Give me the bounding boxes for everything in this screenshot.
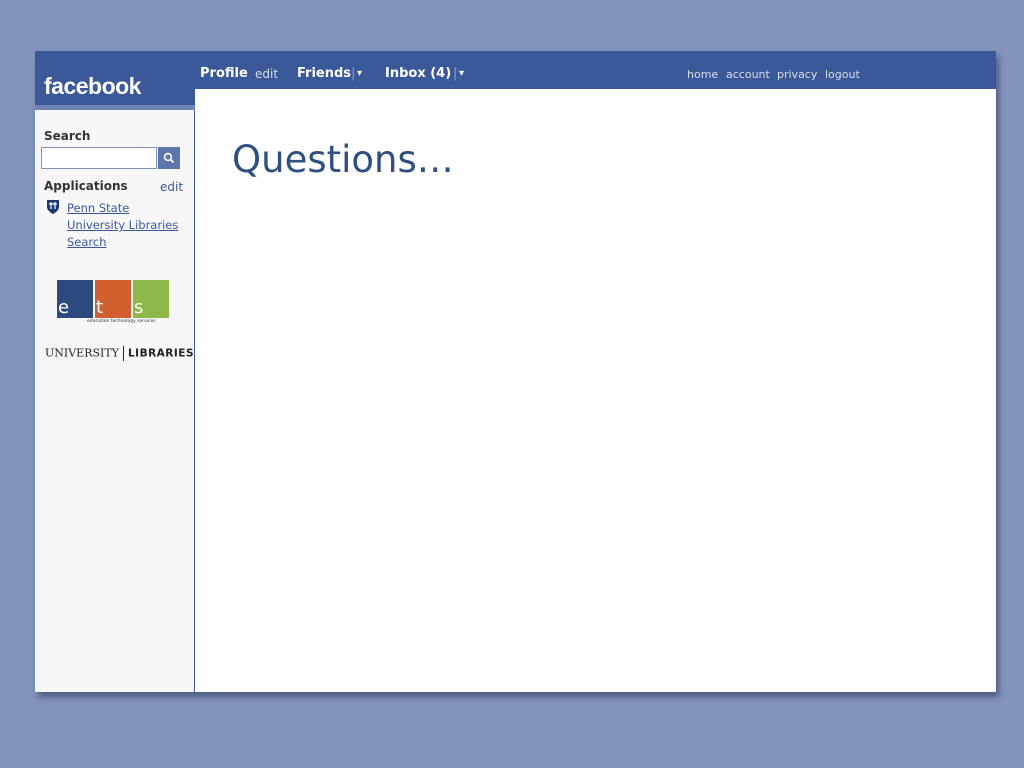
nav-account-link[interactable]: account xyxy=(726,68,770,81)
nav-logout-link[interactable]: logout xyxy=(825,68,860,81)
search-input[interactable] xyxy=(41,147,157,169)
search-button[interactable] xyxy=(158,147,180,169)
ets-caption: education technology services xyxy=(87,319,156,324)
ul-logo-divider xyxy=(122,346,124,361)
nav-profile-link[interactable]: Profile xyxy=(200,66,248,81)
friends-dropdown-icon[interactable]: ▾ xyxy=(357,68,362,79)
ul-logo-university: UNIVERSITY xyxy=(45,346,119,360)
nav-friends-link[interactable]: Friends xyxy=(297,66,351,81)
inbox-dropdown-icon[interactable]: ▾ xyxy=(459,68,464,79)
search-label: Search xyxy=(44,129,91,143)
university-libraries-logo: UNIVERSITY LIBRARIES xyxy=(45,346,194,361)
nav-inbox-link[interactable]: Inbox (4) xyxy=(385,66,451,81)
nav-privacy-link[interactable]: privacy xyxy=(777,68,817,81)
nav-profile-edit-link[interactable]: edit xyxy=(255,67,278,81)
applications-label: Applications xyxy=(44,179,128,193)
penn-state-libraries-search-link[interactable]: Penn State University Libraries Search xyxy=(67,200,185,251)
page-title: Questions… xyxy=(232,138,454,181)
facebook-logo[interactable]: facebook xyxy=(44,73,141,100)
nav-home-link[interactable]: home xyxy=(687,68,718,81)
facebook-window: facebook Profile edit Friends | ▾ Inbox … xyxy=(35,51,996,692)
applications-edit-link[interactable]: edit xyxy=(160,180,183,194)
ets-letter-e: e xyxy=(58,297,70,318)
ets-letter-t: t xyxy=(96,297,104,318)
left-sidebar: Search Applications edit Penn State Univ… xyxy=(35,110,195,692)
search-icon xyxy=(163,152,175,164)
ets-logo: e t s education technology services xyxy=(57,280,173,326)
ets-letter-s: s xyxy=(134,297,144,318)
nav-divider: | xyxy=(351,66,356,81)
nav-divider: | xyxy=(453,66,458,81)
ul-logo-libraries: LIBRARIES xyxy=(127,347,195,360)
penn-state-shield-icon xyxy=(47,200,59,214)
logo-area: facebook xyxy=(35,51,195,110)
